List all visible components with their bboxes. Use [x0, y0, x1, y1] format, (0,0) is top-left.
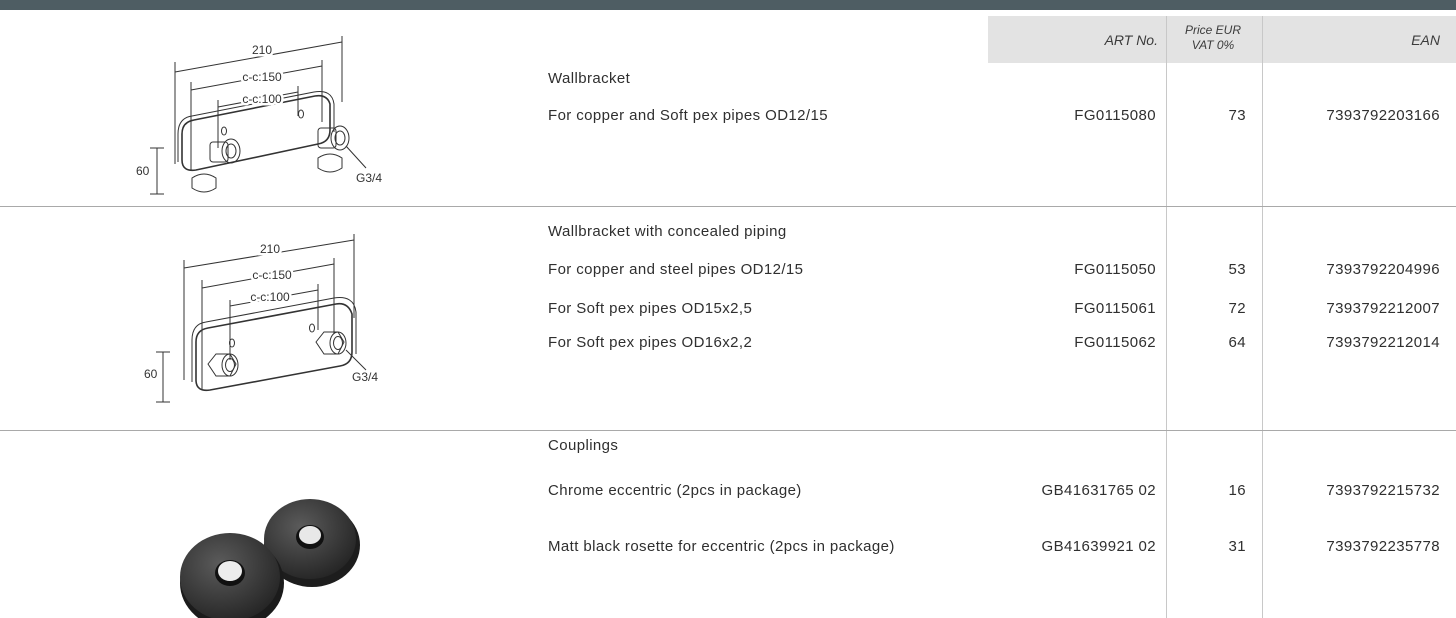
row-price: 64: [1228, 334, 1246, 351]
section-title-wallbracket-concealed: Wallbracket with concealed piping: [548, 223, 787, 240]
row-price: 53: [1228, 261, 1246, 278]
dim-60: 60: [136, 164, 150, 178]
dim-210: 210: [252, 43, 272, 57]
row-description: For Soft pex pipes OD16x2,2: [548, 334, 753, 351]
column-divider-price: [1262, 16, 1263, 618]
dim-cc-150: c-c:150: [242, 70, 282, 84]
row-art-no: FG0115062: [1074, 334, 1156, 351]
header-price-line2: VAT 0%: [1191, 38, 1235, 52]
dim-thread: G3/4: [356, 171, 382, 185]
header-ean: EAN: [1411, 32, 1440, 48]
row-ean: 7393792203166: [1326, 107, 1440, 124]
row-price: 73: [1228, 107, 1246, 124]
section-title-couplings: Couplings: [548, 437, 619, 454]
row-description: Chrome eccentric (2pcs in package): [548, 482, 802, 499]
row-price: 16: [1228, 482, 1246, 499]
row-description: For Soft pex pipes OD15x2,5: [548, 300, 753, 317]
row-description: For copper and Soft pex pipes OD12/15: [548, 107, 828, 124]
row-description: Matt black rosette for eccentric (2pcs i…: [548, 538, 895, 555]
header-price: Price EUR VAT 0%: [1168, 23, 1258, 53]
row-description: For copper and steel pipes OD12/15: [548, 261, 804, 278]
row-ean: 7393792215732: [1326, 482, 1440, 499]
dim-210: 210: [260, 242, 280, 256]
wallbracket-drawing: 210 c-c:150 c-c:100 60 G3/4: [136, 36, 382, 195]
row-art-no: GB41639921 02: [1041, 538, 1156, 555]
section-divider: [0, 430, 1456, 431]
section-title-wallbracket: Wallbracket: [548, 70, 631, 87]
row-art-no: FG0115061: [1074, 300, 1156, 317]
dim-thread: G3/4: [352, 370, 378, 384]
couplings-rosettes-image: [180, 499, 360, 618]
row-art-no: FG0115050: [1074, 261, 1156, 278]
row-price: 31: [1228, 538, 1246, 555]
row-ean: 7393792212014: [1326, 334, 1440, 351]
dim-cc-150: c-c:150: [252, 268, 292, 282]
row-ean: 7393792204996: [1326, 261, 1440, 278]
row-ean: 7393792235778: [1326, 538, 1440, 555]
row-art-no: GB41631765 02: [1041, 482, 1156, 499]
header-art-no: ART No.: [1104, 32, 1158, 48]
header-price-line1: Price EUR: [1184, 23, 1241, 37]
dim-cc-100: c-c:100: [250, 290, 290, 304]
wallbracket-concealed-drawing: 210 c-c:150 c-c:100 60 G3/4: [144, 234, 378, 403]
row-art-no: FG0115080: [1074, 107, 1156, 124]
top-color-bar: [0, 0, 1456, 10]
column-divider-art: [1166, 16, 1167, 618]
row-price: 72: [1228, 300, 1246, 317]
dim-60: 60: [144, 367, 158, 381]
row-ean: 7393792212007: [1326, 300, 1440, 317]
dim-cc-100: c-c:100: [242, 92, 282, 106]
section-divider: [0, 206, 1456, 207]
